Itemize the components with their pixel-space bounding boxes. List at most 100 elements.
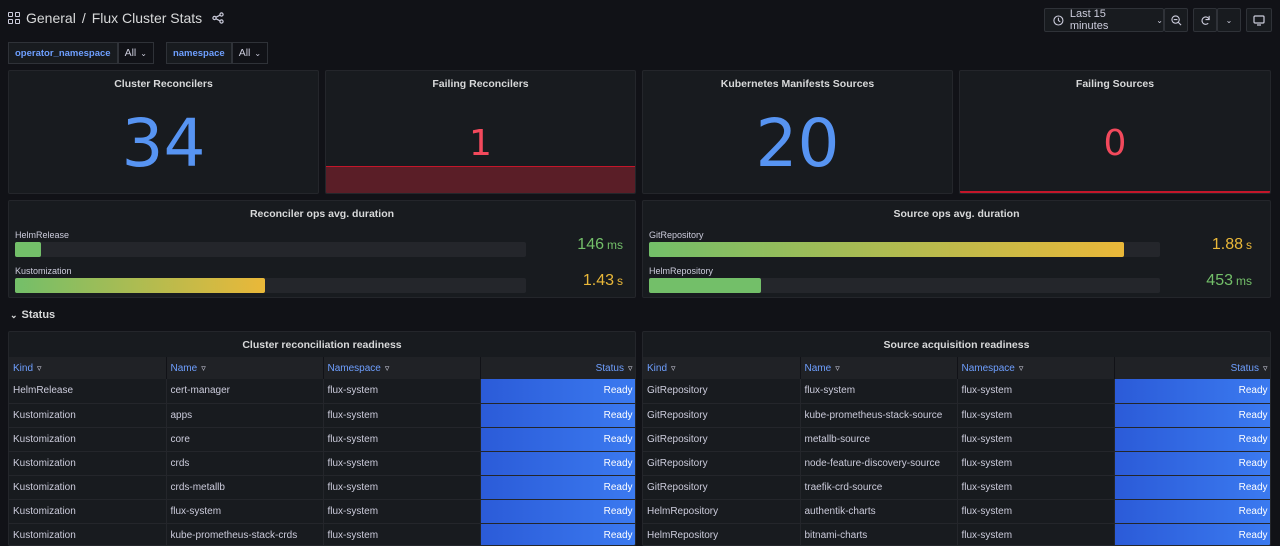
sparkline-line (960, 191, 1270, 193)
gauge-unit: s (1246, 238, 1252, 252)
table-row[interactable]: Kustomization crds-metallb flux-system Read… (9, 475, 635, 500)
cell-name: flux-system (800, 379, 958, 404)
cell-kind: HelmRepository (643, 523, 801, 545)
gauge-row: HelmRepository 453 ms (649, 266, 1264, 296)
table-row[interactable]: HelmRepository bitnami-charts flux-system R… (643, 523, 1270, 545)
column-header-kind[interactable]: Kind ▿ (643, 357, 801, 379)
gauge-fill (649, 242, 1125, 257)
chevron-down-icon: ⌄ (254, 48, 262, 58)
zoom-out-button[interactable] (1164, 8, 1188, 32)
table-row[interactable]: Kustomization kube-prometheus-stack-crds f… (9, 523, 635, 545)
gauge-value: 1.88 s (1212, 236, 1252, 254)
column-header-status[interactable]: Status ▿ (480, 357, 635, 379)
dashboard-title[interactable]: Flux Cluster Stats (92, 10, 202, 26)
table-panel-cluster-readiness[interactable]: Cluster reconciliation readiness Kind ▿ N… (8, 331, 636, 546)
refresh-icon (1201, 15, 1210, 25)
gauge-track (649, 278, 1160, 293)
gauge-row: HelmRelease 146 ms (15, 230, 629, 260)
tv-mode-button[interactable] (1246, 8, 1272, 32)
bargauge-reconciler-ops[interactable]: Reconciler ops avg. duration HelmRelease… (8, 200, 636, 298)
gauge-track (15, 242, 526, 257)
table-panel-source-readiness[interactable]: Source acquisition readiness Kind ▿ Name ▿… (642, 331, 1271, 546)
table-row[interactable]: HelmRelease cert-manager flux-system Ready (9, 379, 635, 404)
panel-title: Failing Reconcilers (432, 78, 529, 90)
table-row[interactable]: Kustomization apps flux-system Ready (9, 403, 635, 428)
cell-name: flux-system (166, 499, 324, 524)
gauge-unit: ms (607, 238, 623, 252)
cell-status: Ready (480, 523, 635, 545)
stat-panel-failing-reconcilers[interactable]: Failing Reconcilers 1 (325, 70, 636, 194)
var-value: All (124, 47, 137, 59)
filter-icon[interactable]: ▿ (201, 363, 206, 374)
breadcrumb: General / Flux Cluster Stats (8, 10, 224, 26)
var-value: All (238, 47, 251, 59)
table-row[interactable]: Kustomization crds flux-system Ready (9, 451, 635, 476)
cell-status: Ready (480, 379, 635, 404)
table-row[interactable]: Kustomization flux-system flux-system Ready (9, 499, 635, 524)
dashboards-grid-icon[interactable] (8, 12, 20, 24)
table-row[interactable]: Kustomization core flux-system Ready (9, 427, 635, 452)
cell-name: authentik-charts (800, 499, 958, 524)
time-picker-button[interactable]: Last 15 minutes ⌄ (1044, 8, 1164, 32)
column-label: Kind (13, 362, 34, 374)
column-label: Status (595, 362, 624, 374)
cell-kind: GitRepository (643, 451, 801, 476)
cell-name: metallb-source (800, 427, 958, 452)
gauge-number: 1.43 (582, 272, 614, 289)
table-row[interactable]: GitRepository metallb-source flux-system Re… (643, 427, 1270, 452)
cell-namespace: flux-system (323, 403, 481, 428)
stat-panel-manifest-sources[interactable]: Kubernetes Manifests Sources 20 (642, 70, 953, 194)
chevron-down-icon: ⌄ (1225, 15, 1233, 25)
cell-status: Ready (1114, 427, 1270, 452)
table-body: GitRepository flux-system flux-system Ready… (643, 379, 1270, 545)
cell-name: kube-prometheus-stack-source (800, 403, 958, 428)
stat-panel-cluster-reconcilers[interactable]: Cluster Reconcilers 34 (8, 70, 319, 194)
column-header-namespace[interactable]: Namespace ▿ (957, 357, 1115, 379)
table-row[interactable]: GitRepository node-feature-discovery-sour… (643, 451, 1270, 476)
column-header-name[interactable]: Name ▿ (166, 357, 324, 379)
panel-title: Reconciler ops avg. duration (249, 208, 395, 220)
chevron-down-icon: ⌄ (1156, 15, 1163, 25)
column-header-name[interactable]: Name ▿ (800, 357, 958, 379)
share-icon[interactable] (212, 12, 224, 24)
filter-icon[interactable]: ▿ (835, 363, 840, 374)
gauge-value: 146 ms (577, 236, 623, 254)
refresh-interval-dropdown[interactable]: ⌄ (1217, 8, 1241, 32)
cell-name: core (166, 427, 324, 452)
table-row[interactable]: GitRepository flux-system flux-system Ready (643, 379, 1270, 404)
stat-value: 0 (1103, 123, 1127, 164)
column-header-kind[interactable]: Kind ▿ (9, 357, 167, 379)
cell-namespace: flux-system (957, 403, 1115, 428)
stat-panel-failing-sources[interactable]: Failing Sources 0 (959, 70, 1271, 194)
cell-status: Ready (480, 427, 635, 452)
time-range-label: Last 15 minutes (1069, 8, 1109, 32)
var-label-operator-namespace: operator_namespace (8, 42, 118, 64)
table-header-row: Kind ▿ Name ▿ Namespace ▿ Status ▿ (9, 357, 635, 379)
bargauge-source-ops[interactable]: Source ops avg. duration GitRepository 1… (642, 200, 1271, 298)
table-row[interactable]: GitRepository traefik-crd-source flux-syst… (643, 475, 1270, 500)
column-label: Name (804, 362, 832, 374)
cell-status: Ready (480, 475, 635, 500)
filter-icon[interactable]: ▿ (385, 363, 390, 374)
filter-icon[interactable]: ▿ (1263, 363, 1268, 374)
cell-name: crds-metallb (166, 475, 324, 500)
table-row[interactable]: HelmRepository authentik-charts flux-syste… (643, 499, 1270, 524)
row-toggle-status[interactable]: ⌄ Status (10, 309, 55, 321)
refresh-button[interactable] (1193, 8, 1217, 32)
column-label: Status (1230, 362, 1259, 374)
column-header-status[interactable]: Status ▿ (1114, 357, 1270, 379)
panel-title: Failing Sources (1075, 78, 1155, 90)
filter-icon[interactable]: ▿ (37, 363, 42, 374)
breadcrumb-folder[interactable]: General (26, 10, 76, 26)
filter-icon[interactable]: ▿ (1019, 363, 1024, 374)
filter-icon[interactable]: ▿ (671, 363, 676, 374)
cell-kind: HelmRelease (9, 379, 167, 404)
var-select-namespace[interactable]: All ⌄ (231, 42, 269, 64)
cell-name: node-feature-discovery-source (800, 451, 958, 476)
gauge-row: Kustomization 1.43 s (15, 266, 629, 296)
column-header-namespace[interactable]: Namespace ▿ (323, 357, 481, 379)
var-select-operator-namespace[interactable]: All ⌄ (117, 42, 154, 64)
filter-icon[interactable]: ▿ (628, 363, 633, 374)
table-row[interactable]: GitRepository kube-prometheus-stack-sourc… (643, 403, 1270, 428)
chevron-down-icon: ⌄ (10, 309, 18, 320)
